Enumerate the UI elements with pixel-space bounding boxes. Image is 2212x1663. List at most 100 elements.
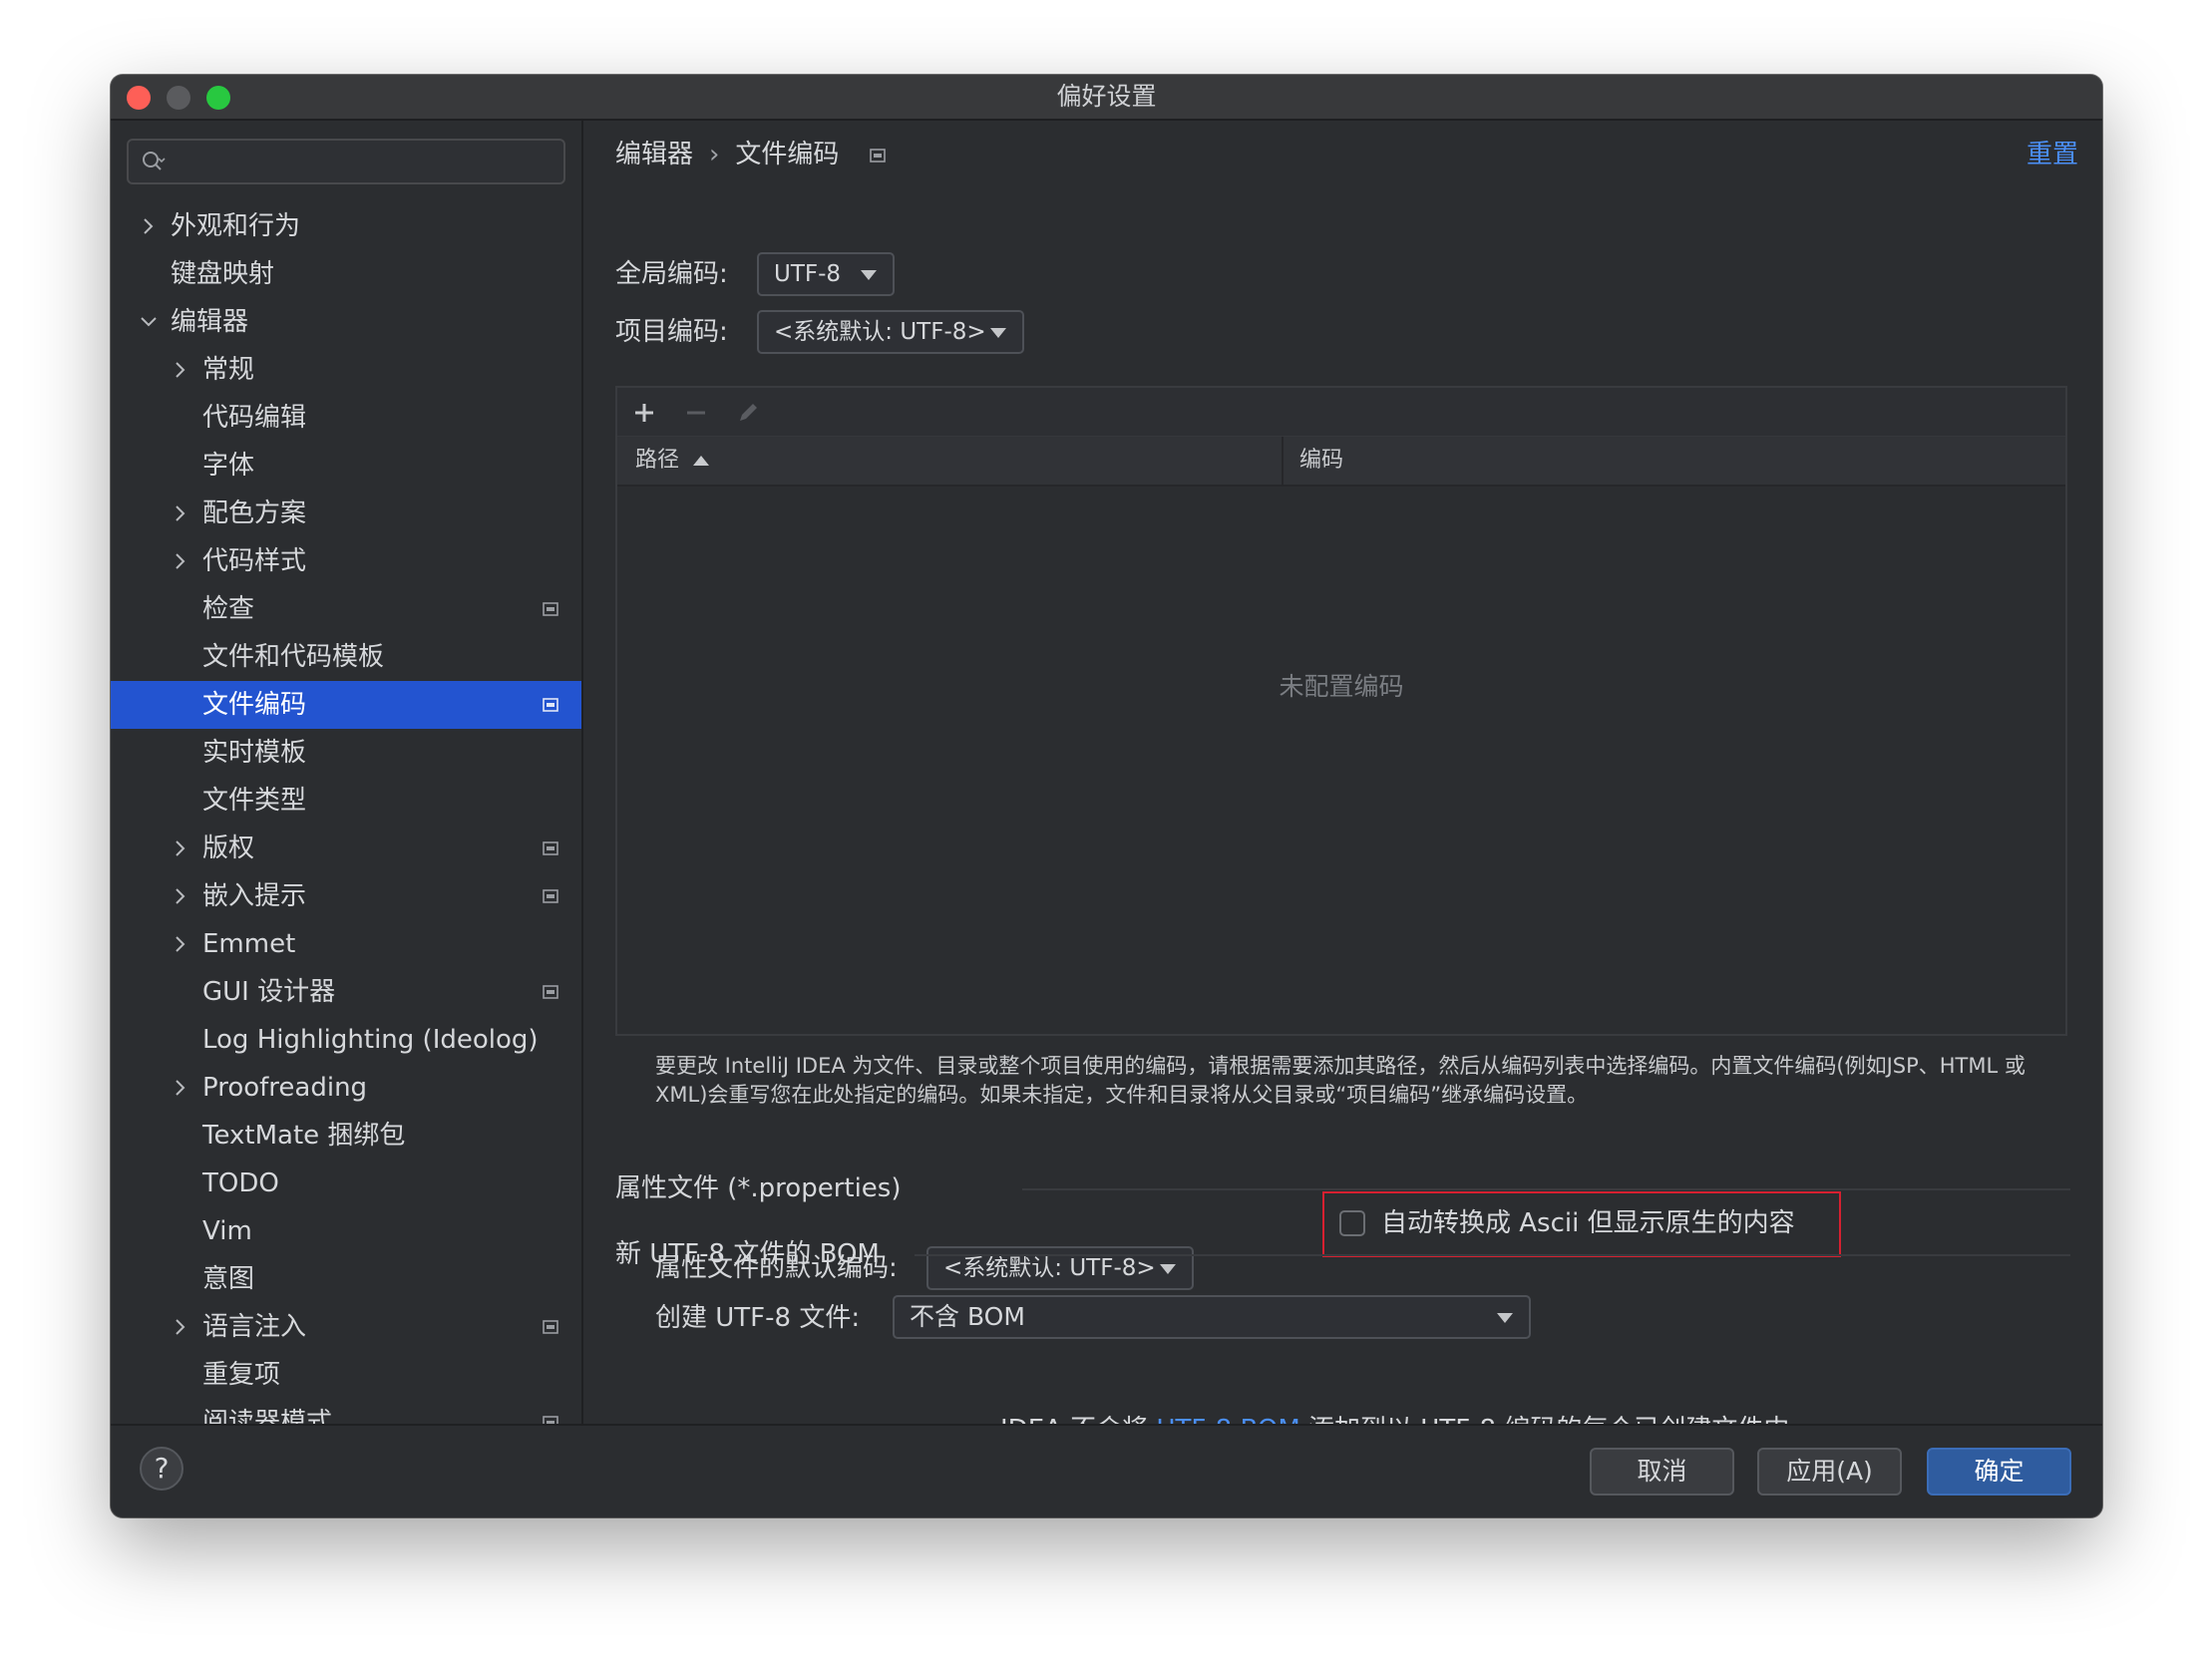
sidebar-item[interactable]: 文件和代码模板 bbox=[111, 633, 581, 681]
sidebar-item-label: 阅读器模式 bbox=[202, 1408, 333, 1426]
sidebar-item-label: GUI 设计器 bbox=[202, 977, 336, 1007]
sidebar-item[interactable]: 配色方案 bbox=[111, 490, 581, 537]
sidebar-item[interactable]: 编辑器 bbox=[111, 298, 581, 346]
remove-icon[interactable] bbox=[683, 400, 709, 426]
chevron-down-icon[interactable] bbox=[137, 310, 161, 334]
sidebar-item-label: 重复项 bbox=[202, 1360, 281, 1390]
column-divider bbox=[1282, 437, 1284, 485]
ascii-conversion-label[interactable]: 自动转换成 Ascii 但显示原生的内容 bbox=[1381, 1202, 1795, 1244]
properties-section-title: 属性文件 (*.properties) bbox=[615, 1173, 902, 1203]
sidebar-item[interactable]: Log Highlighting (Ideolog) bbox=[111, 1016, 581, 1064]
search-icon bbox=[143, 152, 166, 170]
chevron-right-icon[interactable] bbox=[169, 836, 192, 860]
sidebar-item-label: Vim bbox=[202, 1216, 252, 1246]
bom-create-select[interactable]: 不含 BOM bbox=[893, 1295, 1531, 1339]
sidebar-item[interactable]: 字体 bbox=[111, 442, 581, 490]
sidebar-item[interactable]: Vim bbox=[111, 1207, 581, 1255]
chevron-right-icon[interactable] bbox=[169, 358, 192, 382]
sidebar-item[interactable]: 代码样式 bbox=[111, 537, 581, 585]
chevron-right-icon[interactable] bbox=[169, 501, 192, 525]
sidebar-item-label: 字体 bbox=[202, 451, 255, 481]
sidebar-item[interactable]: 外观和行为 bbox=[111, 202, 581, 250]
chevron-down-icon bbox=[990, 328, 1006, 338]
chevron-right-icon[interactable] bbox=[137, 214, 161, 238]
sidebar-item[interactable]: TextMate 捆绑包 bbox=[111, 1112, 581, 1160]
add-icon[interactable] bbox=[631, 400, 657, 426]
column-header-path[interactable]: 路径 bbox=[635, 437, 710, 485]
settings-sidebar: 外观和行为键盘映射编辑器常规代码编辑字体配色方案代码样式检查文件和代码模板文件编… bbox=[111, 121, 583, 1426]
global-encoding-value: UTF-8 bbox=[774, 261, 842, 287]
section-separator bbox=[1022, 1188, 2070, 1190]
sidebar-item[interactable]: 阅读器模式 bbox=[111, 1399, 581, 1426]
sidebar-item-label: 代码编辑 bbox=[202, 403, 307, 433]
encoding-mappings-table: 路径 编码 未配置编码 bbox=[615, 386, 2067, 1036]
ok-button[interactable]: 确定 bbox=[1927, 1448, 2071, 1496]
sidebar-item-label: Proofreading bbox=[202, 1073, 368, 1103]
cancel-button[interactable]: 取消 bbox=[1590, 1448, 1734, 1496]
bom-section-title: 新 UTF-8 文件的 BOM bbox=[615, 1239, 880, 1269]
breadcrumb-item-editor: 编辑器 bbox=[615, 140, 694, 169]
apply-button[interactable]: 应用(A) bbox=[1757, 1448, 1902, 1496]
properties-default-value: <系统默认: UTF-8> bbox=[943, 1255, 1156, 1281]
encoding-help-text: 要更改 IntelliJ IDEA 为文件、目录或整个项目使用的编码，请根据需要… bbox=[655, 1054, 2026, 1107]
sidebar-item-label: 外观和行为 bbox=[171, 211, 301, 241]
table-toolbar bbox=[617, 388, 2065, 437]
sidebar-item-label: 文件类型 bbox=[202, 786, 307, 816]
sidebar-item[interactable]: 文件类型 bbox=[111, 777, 581, 825]
sidebar-item-label: 嵌入提示 bbox=[202, 881, 307, 911]
column-header-encoding[interactable]: 编码 bbox=[1299, 437, 1343, 485]
sidebar-item[interactable]: 检查 bbox=[111, 585, 581, 633]
chevron-down-icon bbox=[1160, 1264, 1176, 1274]
reset-link[interactable]: 重置 bbox=[2027, 135, 2078, 174]
edit-icon[interactable] bbox=[735, 400, 761, 426]
sidebar-item-label: Log Highlighting (Ideolog) bbox=[202, 1025, 539, 1055]
sidebar-item-label: 语言注入 bbox=[202, 1312, 307, 1342]
global-encoding-select[interactable]: UTF-8 bbox=[757, 252, 895, 296]
sidebar-item-label: 配色方案 bbox=[202, 499, 307, 528]
sidebar-item-label: Emmet bbox=[202, 929, 296, 959]
sidebar-item[interactable]: 代码编辑 bbox=[111, 394, 581, 442]
project-scope-icon bbox=[543, 1320, 558, 1334]
project-scope-icon bbox=[543, 889, 558, 903]
sidebar-item[interactable]: 嵌入提示 bbox=[111, 872, 581, 920]
project-encoding-label: 项目编码: bbox=[615, 317, 728, 347]
project-encoding-select[interactable]: <系统默认: UTF-8> bbox=[757, 310, 1024, 354]
project-encoding-value: <系统默认: UTF-8> bbox=[774, 319, 986, 345]
global-encoding-label: 全局编码: bbox=[615, 259, 728, 289]
sidebar-item[interactable]: TODO bbox=[111, 1160, 581, 1207]
sidebar-item[interactable]: GUI 设计器 bbox=[111, 968, 581, 1016]
sidebar-item-label: 代码样式 bbox=[202, 546, 307, 576]
sidebar-item-label: 文件和代码模板 bbox=[202, 642, 385, 672]
chevron-right-icon[interactable] bbox=[169, 932, 192, 956]
help-button[interactable]: ? bbox=[140, 1447, 184, 1491]
sidebar-item[interactable]: 常规 bbox=[111, 346, 581, 394]
sidebar-item[interactable]: 实时模板 bbox=[111, 729, 581, 777]
sidebar-item[interactable]: 版权 bbox=[111, 825, 581, 872]
breadcrumb-separator: › bbox=[709, 140, 720, 169]
sidebar-item[interactable]: Proofreading bbox=[111, 1064, 581, 1112]
chevron-right-icon[interactable] bbox=[169, 1076, 192, 1100]
sidebar-item[interactable]: 语言注入 bbox=[111, 1303, 581, 1351]
sidebar-item[interactable]: 键盘映射 bbox=[111, 250, 581, 298]
chevron-right-icon[interactable] bbox=[169, 549, 192, 573]
search-input[interactable] bbox=[127, 139, 565, 184]
sidebar-item-label: 编辑器 bbox=[171, 307, 249, 337]
chevron-down-icon bbox=[1497, 1313, 1513, 1323]
sidebar-item[interactable]: 重复项 bbox=[111, 1351, 581, 1399]
sidebar-item[interactable]: 文件编码 bbox=[111, 681, 581, 729]
sidebar-item[interactable]: Emmet bbox=[111, 920, 581, 968]
sidebar-item-label: TextMate 捆绑包 bbox=[202, 1121, 406, 1151]
sidebar-item-label: 检查 bbox=[202, 594, 255, 624]
project-scope-icon bbox=[543, 602, 558, 616]
breadcrumb-item-file-encoding: 文件编码 bbox=[735, 140, 840, 169]
chevron-right-icon[interactable] bbox=[169, 1315, 192, 1339]
table-header: 路径 编码 bbox=[617, 437, 2065, 487]
properties-default-select[interactable]: <系统默认: UTF-8> bbox=[926, 1246, 1194, 1290]
sidebar-item-label: 实时模板 bbox=[202, 738, 307, 768]
sort-ascending-icon bbox=[693, 456, 710, 466]
chevron-right-icon[interactable] bbox=[169, 884, 192, 908]
ascii-conversion-checkbox[interactable] bbox=[1339, 1210, 1365, 1236]
sidebar-item[interactable]: 意图 bbox=[111, 1255, 581, 1303]
preferences-window: 偏好设置 外观和行为 键盘映射 编辑器 常规 代码编辑 字体 配色方案 代码样式 检查 文件和代码… bbox=[111, 75, 2102, 1517]
project-scope-icon bbox=[869, 148, 886, 163]
